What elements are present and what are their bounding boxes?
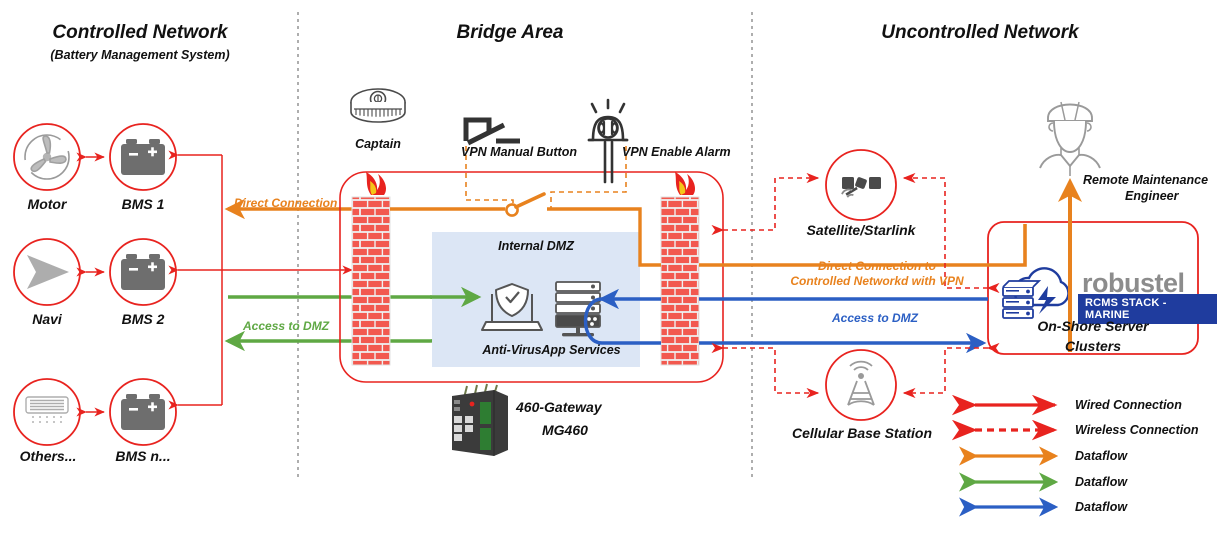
legend-label-dataflow-green: Dataflow: [1075, 475, 1128, 489]
node-label-others: Others...: [19, 448, 77, 464]
node-label-captain: Captain: [355, 137, 401, 151]
node-label-bms2: BMS 2: [121, 311, 165, 327]
node-label-vpn-enable-alarm: VPN Enable Alarm: [622, 145, 731, 159]
flow-label-direct-vpn-line1: Direct Connection to: [817, 259, 936, 273]
flow-label-access-to-dmz-right: Access to DMZ: [831, 311, 919, 325]
robustel-wordmark: robustel: [1082, 268, 1185, 298]
gateway-label-line1: 460-Gateway: [516, 399, 602, 415]
node-label-app-services: App Services: [541, 343, 621, 357]
legend-label-wired: Wired Connection: [1075, 398, 1182, 412]
node-label-navi: Navi: [32, 311, 62, 327]
flow-label-direct-vpn-line2: Controlled Networkd with VPN: [790, 274, 964, 288]
gateway-label-line2: MG460: [542, 422, 588, 438]
legend-label-dataflow-blue: Dataflow: [1075, 500, 1128, 514]
engineer-label-line2: Engineer: [1125, 189, 1179, 203]
legend-label-dataflow-orange: Dataflow: [1075, 449, 1128, 463]
node-label-bms1: BMS 1: [121, 196, 165, 212]
server-label-line1: On-Shore Server: [1037, 318, 1149, 334]
node-label-bmsn: BMS n...: [115, 448, 171, 464]
column-subtitle-controlled: (Battery Management System): [50, 48, 230, 62]
diagram-canvas: Controlled Network (Battery Management S…: [0, 0, 1217, 534]
node-label-vpn-manual-button: VPN Manual Button: [461, 145, 577, 159]
flow-label-access-to-dmz-left: Access to DMZ: [243, 319, 330, 333]
legend-label-wireless: Wireless Connection: [1075, 423, 1199, 437]
node-label-motor: Motor: [27, 196, 67, 212]
flow-label-direct-connection: Direct Connection: [234, 196, 338, 210]
node-label-satellite: Satellite/Starlink: [806, 222, 916, 238]
column-title-bridge: Bridge Area: [456, 22, 564, 43]
server-label-line2: Clusters: [1064, 338, 1122, 354]
column-title-controlled: Controlled Network: [52, 22, 228, 43]
engineer-label-line1: Remote Maintenance: [1083, 173, 1209, 187]
column-title-uncontrolled: Uncontrolled Network: [881, 22, 1079, 43]
label-internal-dmz: Internal DMZ: [498, 239, 574, 253]
node-label-cellular: Cellular Base Station: [791, 425, 933, 441]
